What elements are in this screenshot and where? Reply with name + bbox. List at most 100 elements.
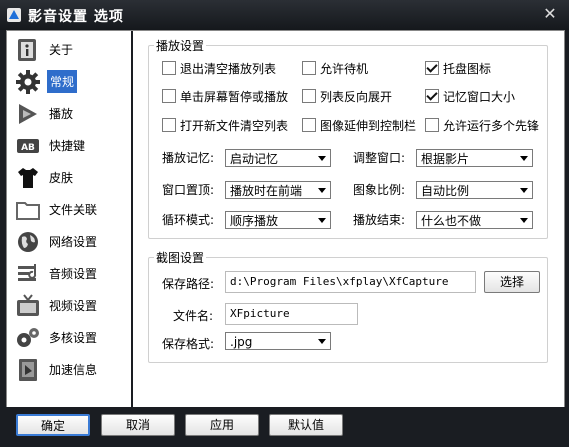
- sidebar: 关于 常规 播放 AB 快捷键 皮肤 文件关联 网络设置 音频设置 视频设置 多…: [7, 31, 133, 407]
- browse-button[interactable]: 选择: [484, 271, 540, 293]
- browse-button-label: 选择: [499, 275, 524, 289]
- play-icon: [19, 104, 37, 124]
- cancel-button-label: 取消: [125, 418, 150, 432]
- ok-button[interactable]: 确定: [16, 414, 90, 436]
- sidebar-item-label: 播放: [49, 107, 74, 121]
- save-path-label: 保存路径:: [162, 277, 215, 291]
- settings-window: 影音设置 选项 ✕ 关于 常规 播放 AB 快捷键 皮肤 文件关联 网络设置 音…: [0, 0, 569, 447]
- save-format-select[interactable]: .jpg: [225, 332, 331, 350]
- select-value: 启动记忆: [230, 152, 279, 166]
- select-value: 什么也不做: [421, 214, 482, 228]
- sidebar-item-label: 网络设置: [49, 235, 98, 249]
- sidebar-item-acceleration[interactable]: 加速信息: [7, 353, 131, 385]
- checkbox-label: 允许待机: [320, 62, 369, 76]
- playback-memory-label: 播放记忆:: [162, 151, 215, 165]
- sidebar-item-label: 皮肤: [49, 171, 74, 185]
- sidebar-item-network[interactable]: 网络设置: [7, 225, 131, 257]
- tshirt-icon: [18, 168, 38, 188]
- default-button-label: 默认值: [287, 418, 324, 432]
- settings-content: 播放设置 退出清空播放列表 允许待机 托盘图标 单击屏幕暂停或播放 列表反向展开…: [134, 31, 564, 407]
- checkbox-box[interactable]: [302, 61, 316, 75]
- dialog-body: 关于 常规 播放 AB 快捷键 皮肤 文件关联 网络设置 音频设置 视频设置 多…: [6, 30, 565, 408]
- app-logo-icon: [7, 8, 21, 22]
- sidebar-item-label: 关于: [49, 43, 74, 57]
- sidebar-item-playback[interactable]: 播放: [7, 97, 131, 129]
- select-value: 根据影片: [421, 152, 470, 166]
- sidebar-item-about[interactable]: 关于: [7, 33, 131, 65]
- dropdown-arrow-icon: [520, 156, 528, 161]
- sidebar-item-video[interactable]: 视频设置: [7, 289, 131, 321]
- sidebar-item-file-association[interactable]: 文件关联: [7, 193, 131, 225]
- sidebar-item-label: 文件关联: [49, 203, 98, 217]
- playback-end-select[interactable]: 什么也不做: [416, 211, 533, 229]
- sidebar-item-label: 加速信息: [49, 363, 98, 377]
- playback-memory-select[interactable]: 启动记忆: [225, 149, 331, 167]
- save-path-value: d:\Program Files\xfplay\XfCapture: [230, 275, 449, 288]
- sidebar-item-label: 音频设置: [49, 267, 98, 281]
- sidebar-item-label: 多核设置: [49, 331, 98, 345]
- save-path-input[interactable]: d:\Program Files\xfplay\XfCapture: [225, 271, 476, 293]
- dropdown-arrow-icon: [318, 339, 326, 344]
- capture-settings-title: 截图设置: [154, 249, 207, 266]
- checkbox-label: 单击屏幕暂停或播放: [180, 90, 289, 104]
- dropdown-arrow-icon: [520, 218, 528, 223]
- checkbox-box[interactable]: [425, 89, 439, 103]
- select-value: 自动比例: [421, 184, 470, 198]
- checkbox-box[interactable]: [425, 118, 439, 132]
- dropdown-arrow-icon: [318, 218, 326, 223]
- loop-mode-label: 循环模式:: [162, 213, 215, 227]
- adjust-window-select[interactable]: 根据影片: [416, 149, 533, 167]
- checkbox-box[interactable]: [162, 61, 176, 75]
- checkbox-box[interactable]: [302, 89, 316, 103]
- save-format-label: 保存格式:: [162, 337, 215, 351]
- info-panel-icon: [19, 359, 37, 381]
- gears-icon: [17, 328, 39, 347]
- sidebar-item-general[interactable]: 常规: [7, 65, 131, 97]
- cancel-button[interactable]: 取消: [101, 414, 175, 436]
- dropdown-arrow-icon: [318, 188, 326, 193]
- filename-label: 文件名:: [173, 309, 214, 323]
- sidebar-item-label: 常规: [47, 70, 78, 93]
- sidebar-item-multicore[interactable]: 多核设置: [7, 321, 131, 353]
- aspect-ratio-label: 图象比例:: [353, 183, 406, 197]
- select-value: 顺序播放: [230, 214, 279, 228]
- dialog-footer: 确定 取消 应用 默认值: [0, 407, 569, 447]
- checkbox-box[interactable]: [425, 61, 439, 75]
- window-on-top-select[interactable]: 播放时在前端: [225, 181, 331, 199]
- loop-mode-select[interactable]: 顺序播放: [225, 211, 331, 229]
- playback-end-label: 播放结束:: [353, 213, 406, 227]
- checkbox-label: 记忆窗口大小: [443, 90, 516, 104]
- window-on-top-label: 窗口置顶:: [162, 183, 215, 197]
- globe-icon: [18, 232, 38, 252]
- close-button[interactable]: ✕: [540, 4, 560, 24]
- dropdown-arrow-icon: [318, 156, 326, 161]
- checkbox-label: 列表反向展开: [320, 90, 393, 104]
- window-title: 影音设置 选项: [28, 9, 124, 25]
- equalizer-icon: [18, 264, 37, 281]
- sidebar-item-label: 视频设置: [49, 299, 98, 313]
- gear-icon: [16, 70, 40, 94]
- keyboard-key-icon: AB: [17, 139, 39, 153]
- title-bar: 影音设置 选项 ✕: [0, 0, 569, 30]
- checkbox-label: 托盘图标: [443, 62, 492, 76]
- filename-value: XFpicture: [230, 307, 290, 320]
- folder-icon: [16, 202, 40, 220]
- apply-button[interactable]: 应用: [185, 414, 259, 436]
- checkbox-label: 退出清空播放列表: [180, 62, 277, 76]
- sidebar-item-hotkeys[interactable]: AB 快捷键: [7, 129, 131, 161]
- checkbox-label: 打开新文件清空列表: [180, 119, 289, 133]
- checkbox-box[interactable]: [302, 118, 316, 132]
- sidebar-item-skin[interactable]: 皮肤: [7, 161, 131, 193]
- ok-button-label: 确定: [40, 419, 65, 433]
- checkbox-box[interactable]: [162, 89, 176, 103]
- apply-button-label: 应用: [209, 418, 234, 432]
- close-icon: ✕: [543, 4, 557, 23]
- aspect-ratio-select[interactable]: 自动比例: [416, 181, 533, 199]
- sidebar-item-audio[interactable]: 音频设置: [7, 257, 131, 289]
- sidebar-item-label: 快捷键: [49, 139, 86, 153]
- tv-icon: [17, 294, 39, 316]
- default-button[interactable]: 默认值: [269, 414, 343, 436]
- checkbox-box[interactable]: [162, 118, 176, 132]
- dropdown-arrow-icon: [520, 188, 528, 193]
- filename-input[interactable]: XFpicture: [225, 303, 358, 325]
